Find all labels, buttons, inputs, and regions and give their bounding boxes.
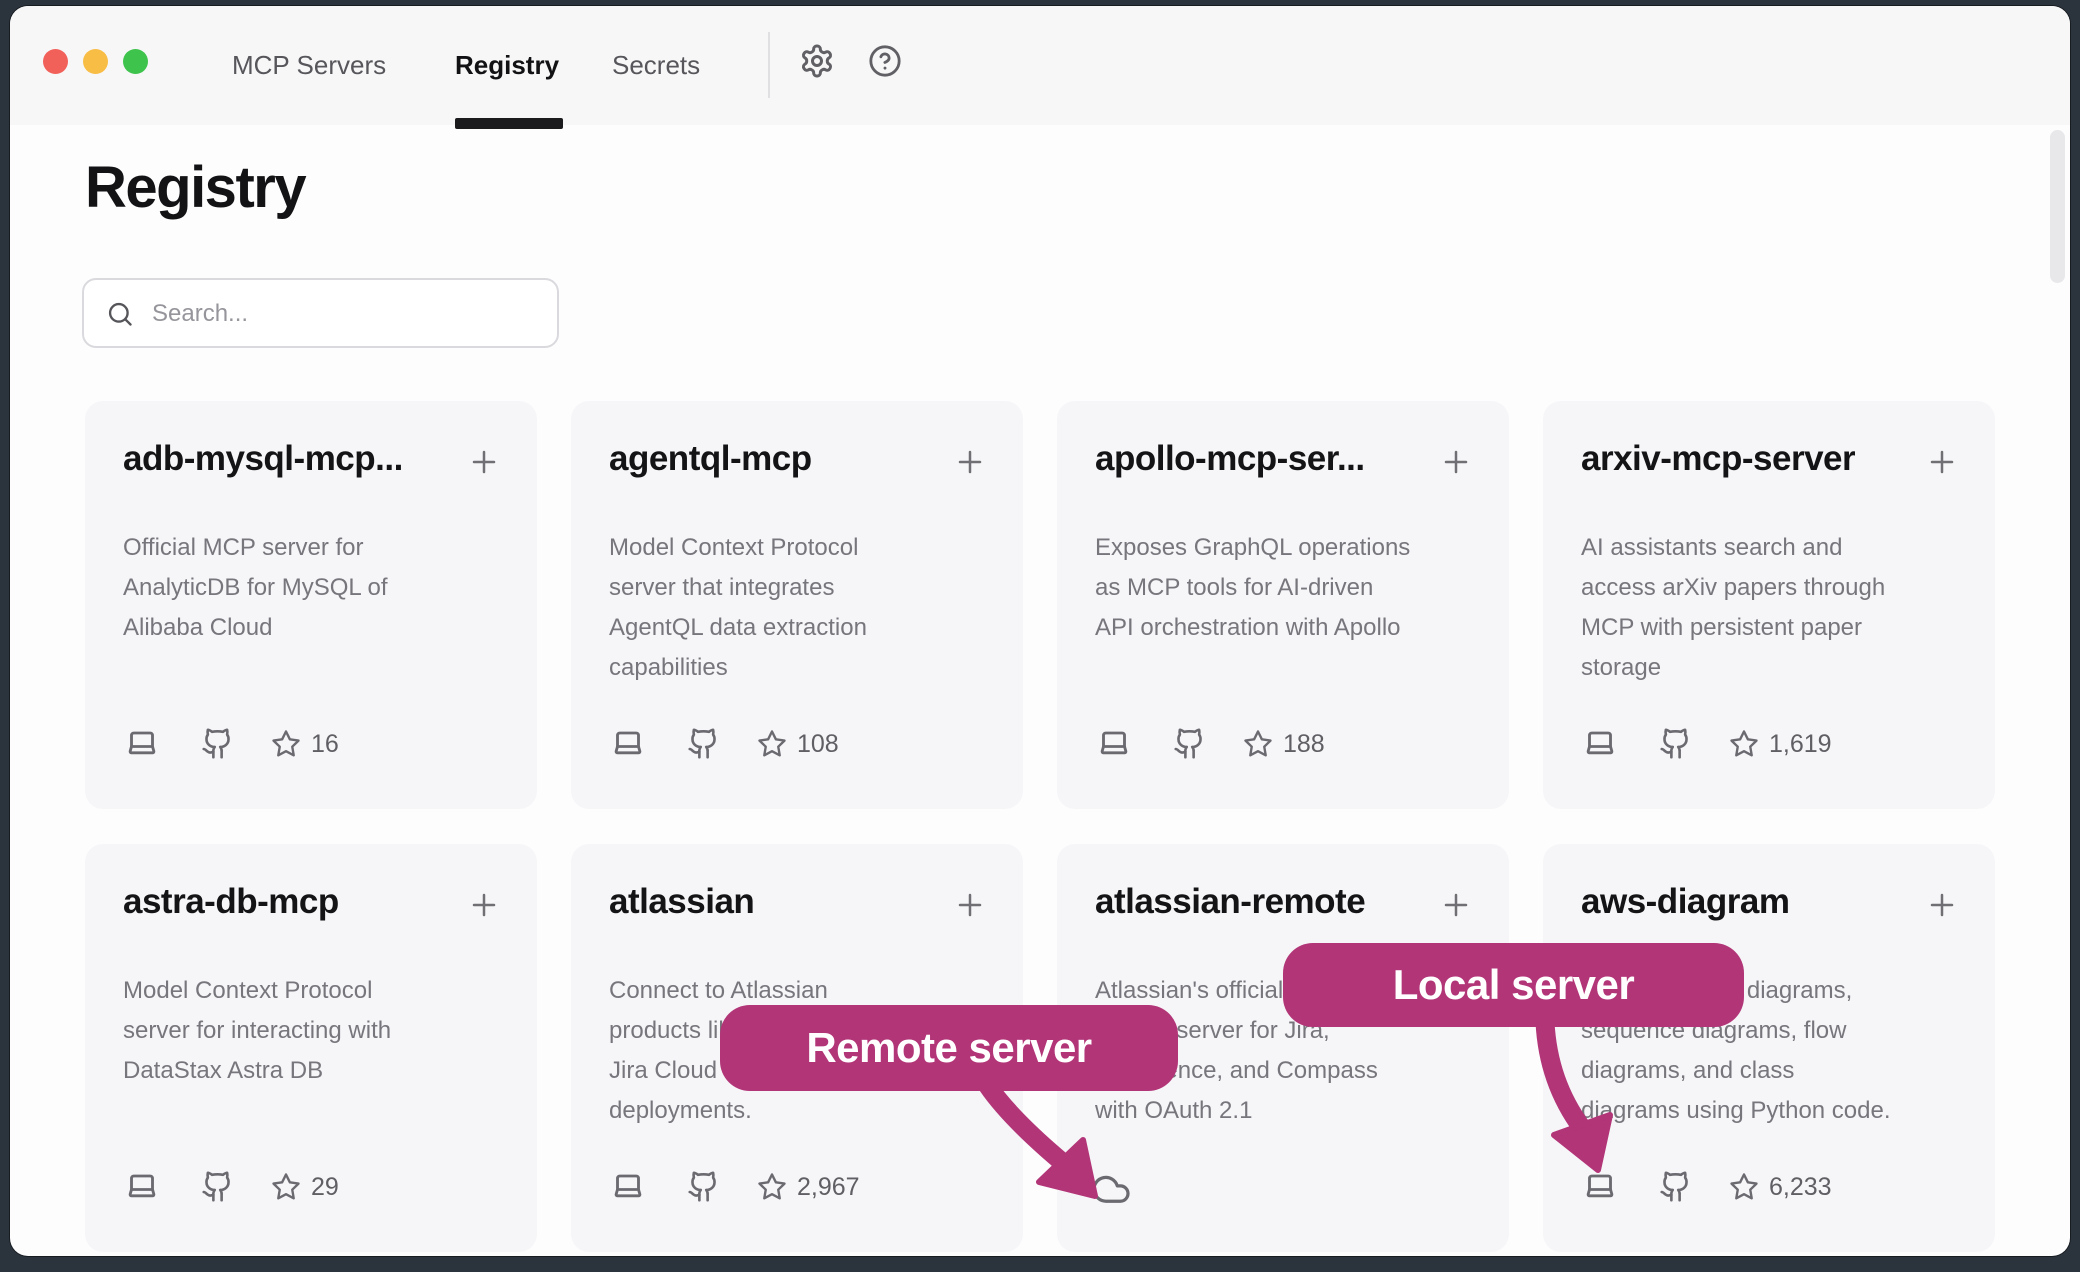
header-divider: [768, 32, 770, 98]
star-count: 188: [1283, 727, 1325, 761]
server-card[interactable]: agentql-mcp Model Context Protocolserver …: [571, 401, 1023, 809]
github-icon: [687, 727, 720, 760]
server-card[interactable]: astra-db-mcp Model Context Protocolserver…: [85, 844, 537, 1252]
star-count: 108: [797, 727, 839, 761]
zoom-button[interactable]: [123, 49, 148, 74]
laptop-icon: [609, 1167, 647, 1203]
server-name: apollo-mcp-ser...: [1095, 439, 1365, 479]
page-title: Registry: [85, 154, 305, 221]
active-tab-underline: [455, 118, 563, 129]
github-icon: [201, 727, 234, 760]
server-name: adb-mysql-mcp...: [123, 439, 403, 479]
laptop-icon: [123, 724, 161, 760]
server-name: astra-db-mcp: [123, 882, 339, 922]
server-name: arxiv-mcp-server: [1581, 439, 1855, 479]
cloud-icon: [1090, 1174, 1132, 1208]
star-count: 16: [311, 727, 339, 761]
scrollbar-thumb[interactable]: [2050, 130, 2065, 283]
server-card[interactable]: aws-diagramGenerate AWS diagrams,sequenc…: [1543, 844, 1995, 1252]
add-server-button[interactable]: [469, 447, 499, 482]
search-icon: [106, 300, 134, 328]
server-name: atlassian-remote: [1095, 882, 1365, 922]
minimize-button[interactable]: [83, 49, 108, 74]
tab-registry[interactable]: Registry: [455, 6, 559, 125]
remote-server-callout: Remote server: [720, 1005, 1178, 1091]
help-icon[interactable]: [868, 44, 902, 83]
add-server-button[interactable]: [469, 890, 499, 925]
server-description: Model Context Protocolserver for interac…: [123, 971, 503, 1091]
server-card[interactable]: apollo-mcp-ser... Exposes GraphQL operati…: [1057, 401, 1509, 809]
star-icon: [757, 1172, 787, 1202]
laptop-icon: [123, 1167, 161, 1203]
star-count: 6,233: [1769, 1170, 1832, 1204]
github-icon: [687, 1170, 720, 1203]
search-input[interactable]: [150, 280, 544, 348]
github-icon: [1659, 1170, 1692, 1203]
star-icon: [271, 729, 301, 759]
github-icon: [1659, 727, 1692, 760]
star-icon: [271, 1172, 301, 1202]
star-icon: [1243, 729, 1273, 759]
gear-icon[interactable]: [799, 43, 835, 84]
local-server-callout: Local server: [1283, 943, 1744, 1027]
server-card[interactable]: arxiv-mcp-server AI assistants search and…: [1543, 401, 1995, 809]
add-server-button[interactable]: [955, 447, 985, 482]
star-count: 29: [311, 1170, 339, 1204]
github-icon: [201, 1170, 234, 1203]
app-window: MCP Servers Registry Secrets Registry ad…: [10, 6, 2070, 1256]
close-button[interactable]: [43, 49, 68, 74]
star-icon: [1729, 1172, 1759, 1202]
server-name: aws-diagram: [1581, 882, 1789, 922]
star-icon: [1729, 729, 1759, 759]
star-count: 2,967: [797, 1170, 860, 1204]
add-server-button[interactable]: [955, 890, 985, 925]
star-count: 1,619: [1769, 727, 1832, 761]
server-name: agentql-mcp: [609, 439, 812, 479]
add-server-button[interactable]: [1927, 447, 1957, 482]
tab-secrets[interactable]: Secrets: [612, 6, 700, 125]
laptop-icon: [1095, 724, 1133, 760]
laptop-icon: [609, 724, 647, 760]
add-server-button[interactable]: [1441, 890, 1471, 925]
add-server-button[interactable]: [1927, 890, 1957, 925]
laptop-icon: [1581, 1167, 1619, 1203]
server-description: Model Context Protocolserver that integr…: [609, 528, 989, 688]
add-server-button[interactable]: [1441, 447, 1471, 482]
search-box: [82, 278, 559, 348]
server-name: atlassian: [609, 882, 754, 922]
server-description: Exposes GraphQL operationsas MCP tools f…: [1095, 528, 1475, 648]
laptop-icon: [1581, 724, 1619, 760]
star-icon: [757, 729, 787, 759]
github-icon: [1173, 727, 1206, 760]
tab-mcp-servers[interactable]: MCP Servers: [232, 6, 386, 125]
server-card[interactable]: adb-mysql-mcp... Official MCP server forA…: [85, 401, 537, 809]
server-description: Official MCP server forAnalyticDB for My…: [123, 528, 503, 648]
server-description: AI assistants search andaccess arXiv pap…: [1581, 528, 1961, 688]
